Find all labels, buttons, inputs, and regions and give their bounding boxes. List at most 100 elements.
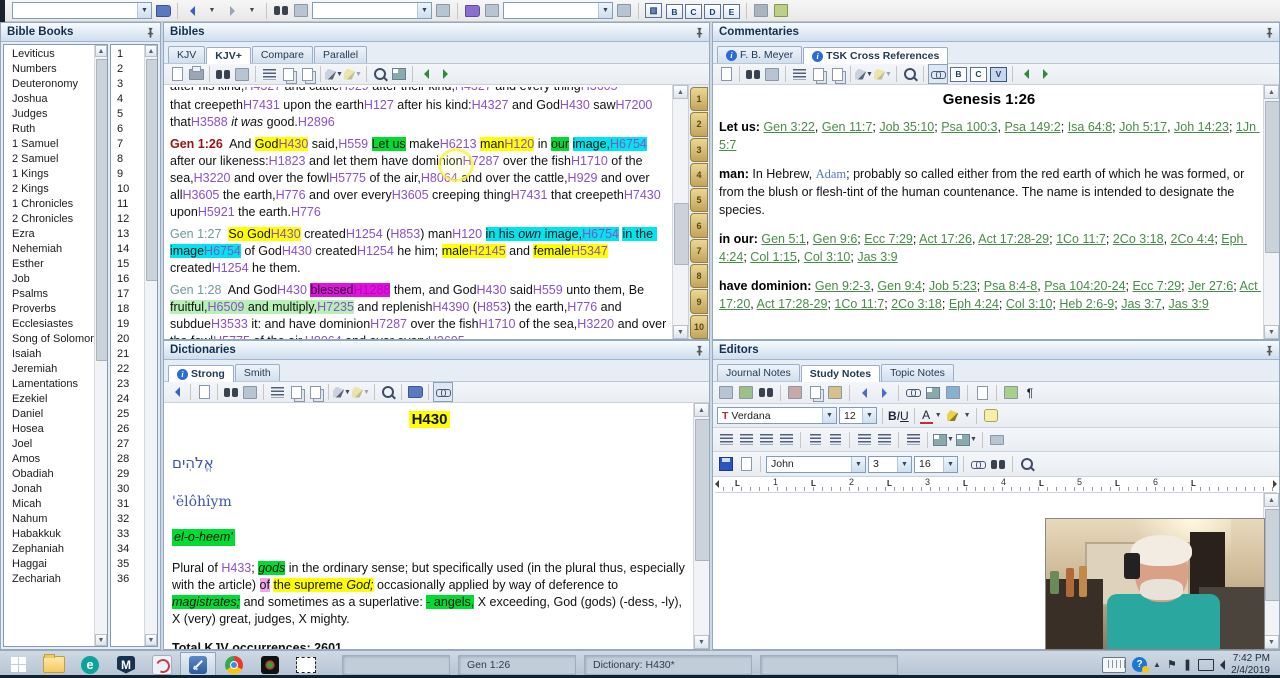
bible-book-item[interactable]: Psalms (4, 286, 94, 301)
strongs-number-link[interactable]: H433 (221, 561, 251, 575)
highlighter-icon[interactable]: ▼ (333, 383, 351, 401)
copy-verses-icon[interactable] (298, 65, 316, 83)
strongs-number-link[interactable]: H430 (277, 283, 307, 297)
esword[interactable] (180, 652, 216, 677)
strongs-number-link[interactable]: H7200 (616, 98, 653, 112)
graph-icon[interactable] (752, 2, 770, 20)
bible-book-item[interactable]: 2 Kings (4, 181, 94, 196)
select-highlight-icon[interactable]: ▼ (352, 383, 370, 401)
scripture-link[interactable]: Col 1:15 (750, 250, 797, 264)
chapter-number-item[interactable]: 28 (111, 451, 144, 466)
search-go-icon[interactable] (434, 2, 452, 20)
strongs-number-link[interactable]: H929 (568, 171, 598, 185)
bible-book-icon[interactable] (154, 2, 172, 20)
lookup-go-icon[interactable] (615, 2, 633, 20)
scripture-link[interactable]: Job 5:23 (929, 279, 977, 293)
strongs-number-link[interactable]: H4327 (455, 87, 492, 93)
strongs-number-link[interactable]: H3588 (191, 115, 228, 129)
find-icon[interactable] (989, 455, 1007, 473)
link-verses-icon[interactable] (928, 64, 948, 84)
chapter-list-scrollbar[interactable]: ▲ ▼ (144, 45, 157, 646)
chapter-number-item[interactable]: 33 (111, 526, 144, 541)
tray-expand-icon[interactable]: ▲ (1153, 660, 1161, 669)
chapter-number-item[interactable]: 35 (111, 556, 144, 571)
scripture-link[interactable]: Gen 5:1 (761, 232, 805, 246)
strongs-number-link[interactable]: H430 (560, 98, 590, 112)
chapter-number-item[interactable]: 23 (111, 376, 144, 391)
strongs-number-link[interactable]: H6754 (610, 137, 647, 151)
highlighter-icon[interactable]: ▼ (855, 65, 873, 83)
strongs-number-link[interactable]: H5775 (329, 171, 366, 185)
strongs-number-link[interactable]: H3533 (211, 317, 248, 331)
volume-icon[interactable] (1220, 659, 1226, 670)
scroll-thumb[interactable] (146, 59, 157, 281)
chapter-number-item[interactable]: 26 (111, 421, 144, 436)
scripture-link[interactable]: Psa 149:2 (1004, 120, 1060, 134)
bible-book-item[interactable]: Numbers (4, 61, 94, 76)
scripture-link[interactable]: 1Co 11:7 (1056, 232, 1106, 246)
font-family-combo[interactable]: T Verdana ▼ (717, 407, 837, 424)
scripture-link[interactable]: Jas 3:7 (1121, 297, 1161, 311)
chapter-number-item[interactable]: 20 (111, 331, 144, 346)
help-icon[interactable]: ? (1132, 657, 1150, 673)
search-icon[interactable] (744, 65, 762, 83)
search-icon[interactable] (214, 65, 232, 83)
chapter-number-item[interactable]: 14 (111, 241, 144, 256)
scripture-link[interactable]: Psa 8:4-8 (984, 279, 1038, 293)
scripture-link[interactable]: 1Co 11:7 (834, 297, 884, 311)
bible-book-item[interactable]: Haggai (4, 556, 94, 571)
bookmark-tab[interactable]: 9 (690, 289, 708, 314)
scripture-link[interactable]: Col 3:10 (804, 250, 851, 264)
tab-kjv[interactable]: KJV (168, 46, 206, 63)
bible-book-item[interactable]: Isaiah (4, 346, 94, 361)
bible-book-item[interactable]: Daniel (4, 406, 94, 421)
bible-window-button[interactable]: B (950, 66, 967, 82)
book-combo[interactable]: John ▼ (766, 455, 866, 473)
save-icon[interactable] (717, 455, 735, 473)
strongs-number-link[interactable]: H3605 (428, 334, 465, 339)
previous-icon[interactable] (1017, 65, 1035, 83)
bible-book-item[interactable]: Nehemiah (4, 241, 94, 256)
strongs-number-link[interactable]: H929 (339, 87, 369, 93)
compare-icon[interactable] (390, 65, 408, 83)
next-icon[interactable] (1036, 65, 1054, 83)
export-icon[interactable] (717, 65, 735, 83)
paragraph-settings-icon[interactable] (904, 431, 922, 449)
bible-book-item[interactable]: 2 Chronicles (4, 211, 94, 226)
scroll-down-icon[interactable]: ▼ (1264, 635, 1279, 649)
commentaries-scrollbar[interactable]: ▲ ▼ (1263, 85, 1279, 339)
forward-button[interactable] (223, 2, 241, 20)
bible-book-item[interactable]: Leviticus (4, 46, 94, 61)
chapter-number-item[interactable]: 3 (111, 76, 144, 91)
malwarebytes[interactable]: M (108, 652, 144, 677)
export-icon[interactable] (195, 383, 213, 401)
highlight-page-icon[interactable] (1002, 384, 1020, 402)
bible-book-item[interactable]: Deuteronomy (4, 76, 94, 91)
page-break-icon[interactable] (988, 431, 1006, 449)
file-explorer[interactable] (36, 652, 72, 677)
bible-book-item[interactable]: Hosea (4, 421, 94, 436)
font-size-combo[interactable]: 12 ▼ (839, 407, 877, 424)
scroll-up-icon[interactable]: ▲ (1264, 85, 1279, 99)
chapter-number-item[interactable]: 7 (111, 136, 144, 151)
chapter-number-item[interactable]: 9 (111, 166, 144, 181)
snipping-tool[interactable] (144, 652, 180, 677)
scroll-down-icon[interactable]: ▼ (673, 325, 688, 339)
chapter-number-item[interactable]: 1 (111, 46, 144, 61)
zoom-icon[interactable] (379, 383, 397, 401)
strongs-number-link[interactable]: H7431 (243, 98, 280, 112)
next-chapter-icon[interactable] (436, 65, 454, 83)
strongs-number-link[interactable]: H1710 (571, 154, 608, 168)
editors-scrollbar[interactable]: ▲ ▼ (1263, 493, 1279, 649)
scroll-up-icon[interactable]: ▲ (673, 85, 688, 99)
underline-button[interactable]: U (900, 409, 909, 423)
chapter-number-item[interactable]: 5 (111, 106, 144, 121)
bible-book-item[interactable]: Proverbs (4, 301, 94, 316)
paste-icon[interactable] (826, 384, 844, 402)
strongs-number-link[interactable]: H5347 (571, 244, 608, 258)
scripture-link[interactable]: Act 17:28-29 (978, 232, 1049, 246)
strongs-number-link[interactable]: H6509 (207, 300, 245, 314)
device-icon[interactable]: ❚ (1183, 658, 1192, 671)
scripture-link[interactable]: Jas 3:9 (857, 250, 897, 264)
strongs-number-link[interactable]: H3605 (581, 87, 618, 93)
